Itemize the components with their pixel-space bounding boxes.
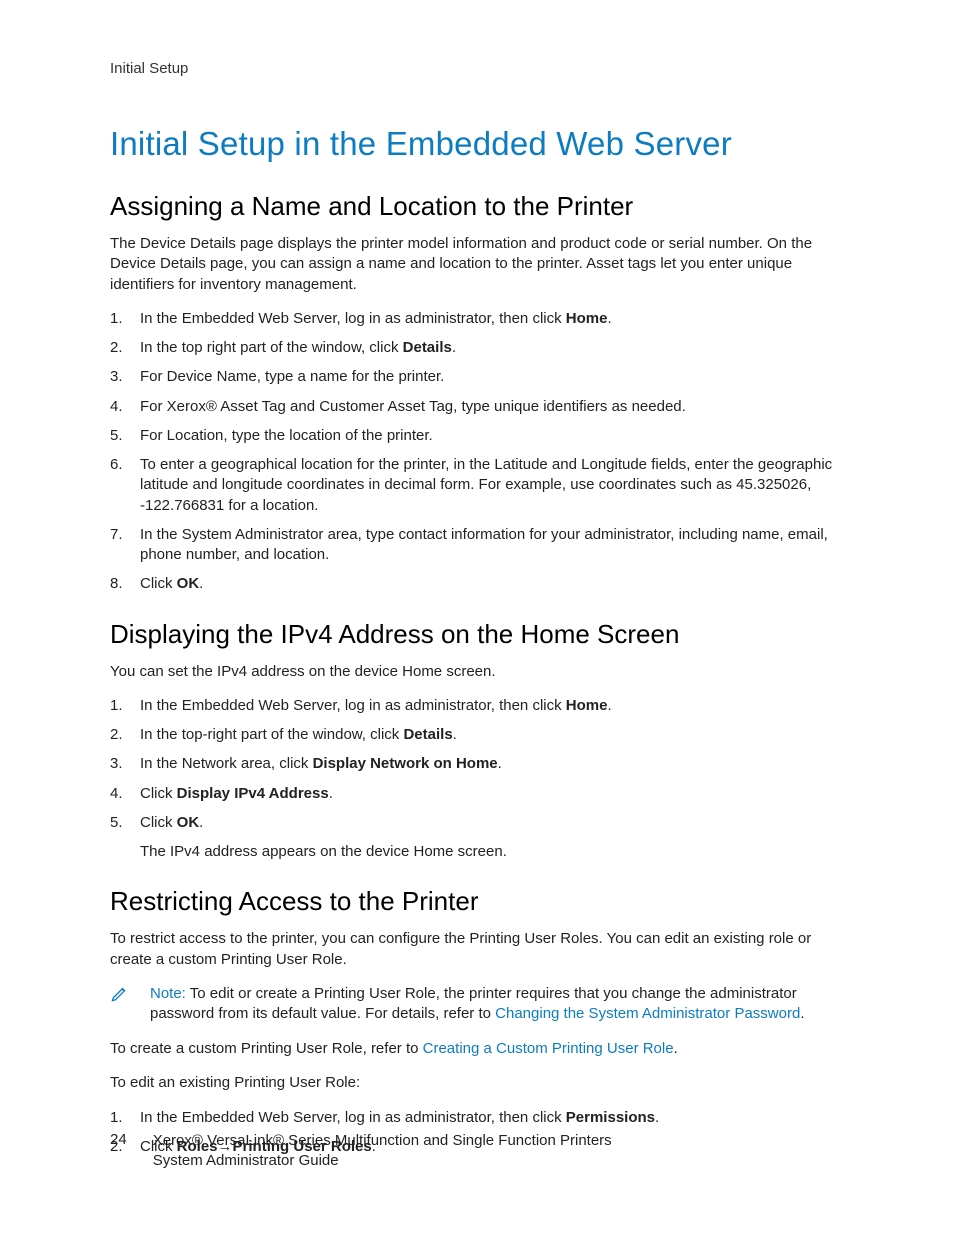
page-title: Initial Setup in the Embedded Web Server [110, 125, 844, 163]
text: In the Embedded Web Server, log in as ad… [140, 697, 566, 714]
result-text: The IPv4 address appears on the device H… [140, 842, 844, 862]
text: Click [140, 814, 177, 831]
section-heading-ipv4: Displaying the IPv4 Address on the Home … [110, 619, 844, 650]
text: . [199, 814, 203, 831]
text: . [452, 339, 456, 356]
section-heading-restricting: Restricting Access to the Printer [110, 886, 844, 917]
bold: OK [177, 814, 200, 831]
section1-intro: The Device Details page displays the pri… [110, 234, 844, 295]
bold: Permissions [566, 1109, 655, 1126]
bold: OK [177, 575, 200, 592]
text: In the Network area, click [140, 755, 313, 772]
text: To create a custom Printing User Role, r… [110, 1040, 423, 1057]
page-number: 24 [110, 1131, 127, 1148]
list-item: Click OK. [110, 574, 844, 594]
text: . [655, 1109, 659, 1126]
bold: Home [566, 697, 608, 714]
section2-intro: You can set the IPv4 address on the devi… [110, 662, 844, 682]
list-item: Click OK. The IPv4 address appears on th… [110, 813, 844, 863]
text: In the top-right part of the window, cli… [140, 726, 403, 743]
note-block: Note: To edit or create a Printing User … [110, 984, 844, 1025]
section2-list: In the Embedded Web Server, log in as ad… [110, 696, 844, 863]
section3-para2: To create a custom Printing User Role, r… [110, 1039, 844, 1059]
bold: Display Network on Home [313, 755, 498, 772]
section3-intro: To restrict access to the printer, you c… [110, 929, 844, 970]
bold: Details [403, 339, 452, 356]
list-item: In the top right part of the window, cli… [110, 338, 844, 358]
text: . [199, 575, 203, 592]
footer-line2: System Administrator Guide [153, 1151, 612, 1171]
text: . [607, 310, 611, 327]
running-header: Initial Setup [110, 60, 844, 77]
text: . [674, 1040, 678, 1057]
text: . [329, 785, 333, 802]
list-item: For Device Name, type a name for the pri… [110, 367, 844, 387]
text: Click [140, 575, 177, 592]
note-body: Note: To edit or create a Printing User … [150, 984, 844, 1025]
section-heading-assigning: Assigning a Name and Location to the Pri… [110, 191, 844, 222]
list-item: In the Network area, click Display Netwo… [110, 754, 844, 774]
text: In the Embedded Web Server, log in as ad… [140, 310, 566, 327]
text: . [800, 1005, 804, 1022]
bold: Details [403, 726, 452, 743]
footer-line1: Xerox® VersaLink® Series Multifunction a… [153, 1131, 612, 1151]
list-item: For Xerox® Asset Tag and Customer Asset … [110, 397, 844, 417]
pencil-icon [110, 984, 132, 1025]
list-item: To enter a geographical location for the… [110, 455, 844, 516]
link-creating-role[interactable]: Creating a Custom Printing User Role [423, 1040, 674, 1057]
text: . [607, 697, 611, 714]
list-item: In the top-right part of the window, cli… [110, 725, 844, 745]
list-item: In the System Administrator area, type c… [110, 525, 844, 566]
list-item: In the Embedded Web Server, log in as ad… [110, 309, 844, 329]
text: . [453, 726, 457, 743]
page-footer: 24 Xerox® VersaLink® Series Multifunctio… [110, 1131, 612, 1172]
footer-text: Xerox® VersaLink® Series Multifunction a… [153, 1131, 612, 1172]
text: In the Embedded Web Server, log in as ad… [140, 1109, 566, 1126]
bold: Home [566, 310, 608, 327]
list-item: For Location, type the location of the p… [110, 426, 844, 446]
list-item: Click Display IPv4 Address. [110, 784, 844, 804]
section1-list: In the Embedded Web Server, log in as ad… [110, 309, 844, 595]
bold: Display IPv4 Address [177, 785, 329, 802]
text: . [498, 755, 502, 772]
list-item: In the Embedded Web Server, log in as ad… [110, 1108, 844, 1128]
link-changing-password[interactable]: Changing the System Administrator Passwo… [495, 1005, 800, 1022]
note-label: Note: [150, 985, 186, 1002]
section3-para3: To edit an existing Printing User Role: [110, 1073, 844, 1093]
text: In the top right part of the window, cli… [140, 339, 403, 356]
list-item: In the Embedded Web Server, log in as ad… [110, 696, 844, 716]
text: Click [140, 785, 177, 802]
